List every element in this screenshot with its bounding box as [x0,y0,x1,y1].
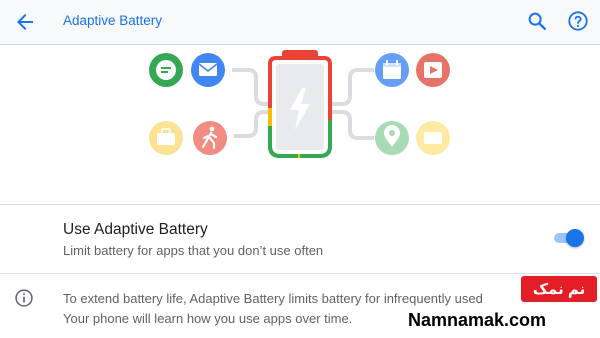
toggle-thumb [566,229,584,247]
divider [0,204,600,205]
use-adaptive-battery-row[interactable]: Use Adaptive Battery Limit battery for a… [0,206,600,272]
info-icon [15,289,33,307]
briefcase-icon [149,121,183,155]
page-title: Adaptive Battery [63,13,163,28]
location-pin-icon [375,121,409,155]
adaptive-battery-toggle[interactable] [550,226,586,250]
watermark-badge-text: نم نمک [532,281,586,298]
adaptive-battery-illustration [149,50,450,158]
play-icon [416,53,450,87]
battery-charging-icon [268,50,332,158]
messages-icon [149,53,183,87]
walking-person-icon [193,121,227,155]
footer-line-1: To extend battery life, Adaptive Battery… [63,291,483,306]
watermark-badge: نم نمک [521,276,597,302]
search-icon[interactable] [526,10,548,32]
watermark-site: Namnamak.com [408,310,547,330]
divider [0,273,600,274]
help-icon[interactable] [567,10,589,32]
setting-title: Use Adaptive Battery [63,221,208,238]
folder-icon [416,121,450,155]
setting-summary: Limit battery for apps that you don’t us… [63,243,324,258]
app-bar: Adaptive Battery [0,0,600,45]
email-icon [191,53,225,87]
calendar-icon [375,53,409,87]
arrow-back-icon[interactable] [13,10,37,34]
